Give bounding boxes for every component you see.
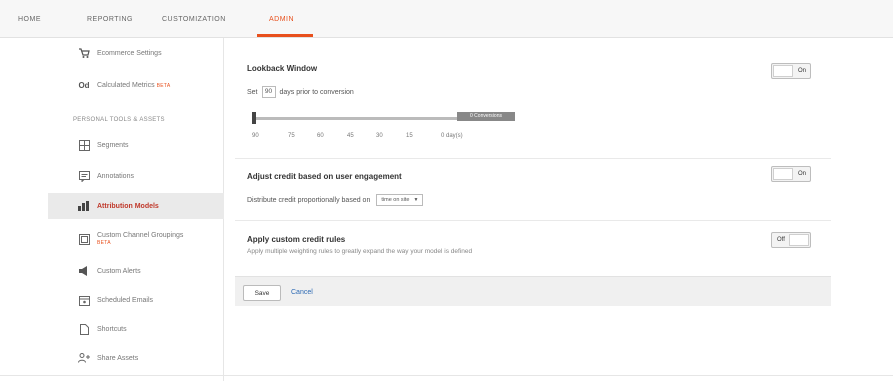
sidebar-item-annotations[interactable]: Annotations [48,163,224,189]
sidebar-item-custom-channel-groupings[interactable]: Custom Channel Groupings BETA [48,224,224,254]
slider-tick: 30 [376,133,383,139]
set-label: Set [247,88,258,96]
lookback-toggle[interactable]: On [771,63,811,79]
sidebar-item-label: Calculated Metrics [97,81,155,89]
nav-admin[interactable]: ADMIN [269,16,294,23]
divider [0,375,893,376]
select-value: time on site [381,197,410,203]
toggle-knob [773,168,793,180]
toggle-knob [773,65,793,77]
attribution-icon [78,200,90,212]
beta-badge: BETA [97,240,111,246]
sidebar-item-label: Segments [97,141,129,149]
engagement-title: Adjust credit based on user engagement [247,172,402,181]
slider-tick: 60 [317,133,324,139]
lookback-title: Lookback Window [247,64,318,73]
nav-home[interactable]: HOME [18,16,41,23]
sidebar-item-segments[interactable]: Segments [48,132,224,158]
sidebar: Ecommerce Settings Od Calculated Metrics… [48,38,224,381]
sidebar-item-calculated-metrics[interactable]: Od Calculated Metrics BETA [48,72,224,98]
top-nav: HOME REPORTING CUSTOMIZATION ADMIN [0,0,893,38]
distribute-label: Distribute credit proportionally based o… [247,196,371,204]
sidebar-item-label: Attribution Models [97,202,159,210]
calculator-icon: Od [78,80,90,90]
megaphone-icon [78,265,90,277]
slider-tick: 45 [347,133,354,139]
sidebar-item-label: Shortcuts [97,325,127,333]
chevron-down-icon: ▼ [413,197,419,203]
engagement-section: Adjust credit based on user engagement O… [235,159,831,221]
sidebar-item-label: Custom Alerts [97,267,141,275]
slider-tick: 90 [252,133,259,139]
sidebar-item-label: Ecommerce Settings [97,49,162,57]
annotation-icon [78,170,90,182]
sidebar-item-label: Annotations [97,172,134,180]
save-button[interactable]: Save [243,285,281,301]
lookback-slider-handle[interactable] [252,112,256,124]
custom-rules-toggle[interactable]: Off [771,232,811,248]
slider-tick: 15 [406,133,413,139]
section-header-personal-tools: PERSONAL TOOLS & ASSETS [73,117,165,123]
sidebar-item-label: Share Assets [97,354,139,362]
custom-rules-title: Apply custom credit rules [247,235,346,244]
toggle-label: Off [777,237,785,243]
beta-badge: BETA [156,82,171,89]
slider-tick: 75 [288,133,295,139]
lookback-days-input[interactable]: 90 [261,86,276,98]
sidebar-item-shortcuts[interactable]: Shortcuts [48,316,224,342]
sidebar-item-custom-alerts[interactable]: Custom Alerts [48,258,224,284]
segments-icon [78,139,90,151]
cancel-link[interactable]: Cancel [291,289,313,296]
sidebar-item-scheduled-emails[interactable]: Scheduled Emails [48,287,224,313]
toggle-knob [789,234,809,246]
days-suffix: days prior to conversion [279,88,354,96]
sidebar-item-label: Custom Channel Groupings [97,232,184,239]
nav-reporting[interactable]: REPORTING [87,16,133,23]
engagement-metric-select[interactable]: time on site ▼ [376,194,424,206]
calendar-icon [78,294,90,306]
engagement-toggle[interactable]: On [771,166,811,182]
sidebar-item-ecommerce-settings[interactable]: Ecommerce Settings [48,40,224,66]
distribute-row: Distribute credit proportionally based o… [247,194,424,206]
slider-tick: 0 day(s) [441,133,463,139]
custom-rules-section: Apply custom credit rules Apply multiple… [235,221,831,276]
page-icon [78,323,90,335]
sidebar-item-label: Scheduled Emails [97,296,154,304]
lookback-window-section: Lookback Window On Set 90 days prior to … [235,42,831,159]
channel-grouping-icon [78,233,90,245]
toggle-label: On [798,68,807,74]
attribution-settings-panel: Lookback Window On Set 90 days prior to … [235,42,831,312]
toggle-label: On [798,171,807,177]
sidebar-item-attribution-models[interactable]: Attribution Models [48,193,224,219]
lookback-days-row: Set 90 days prior to conversion [247,86,354,98]
custom-rules-description: Apply multiple weighting rules to greatl… [247,248,473,255]
nav-customization[interactable]: CUSTOMIZATION [162,16,226,23]
cart-icon [78,47,90,59]
slider-conversions-tag: 0 Conversions [457,112,515,121]
sidebar-item-share-assets[interactable]: Share Assets [48,345,224,371]
share-icon [78,352,90,364]
form-actions: Save Cancel [235,276,831,306]
nav-active-indicator [257,34,313,37]
